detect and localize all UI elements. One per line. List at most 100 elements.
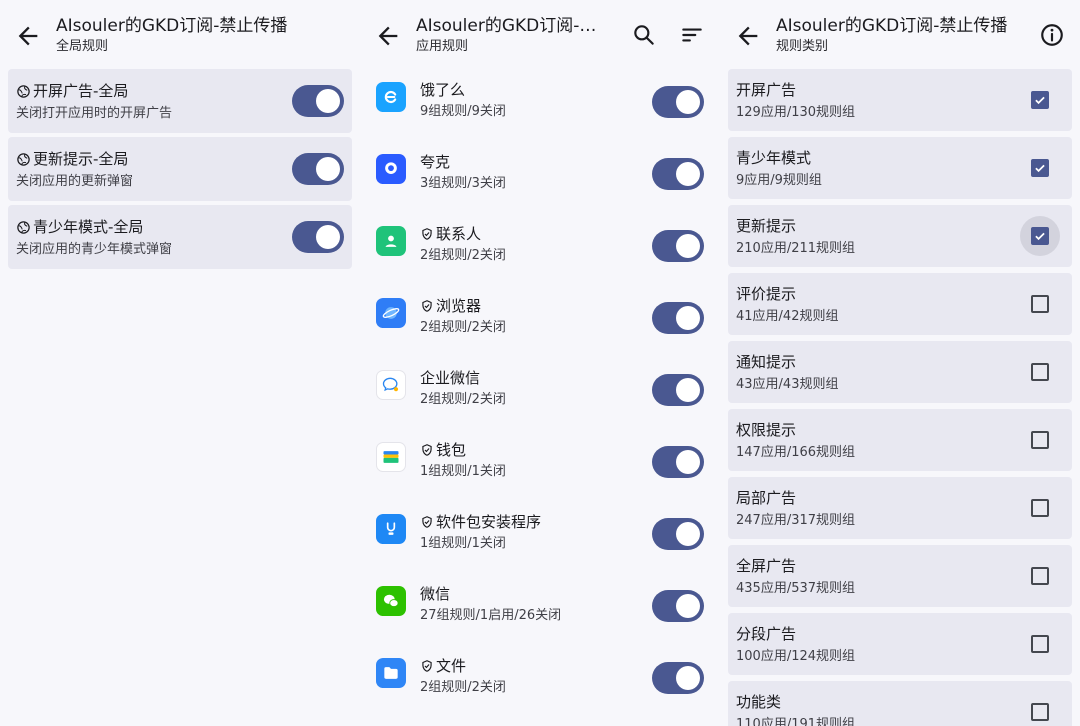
- app-rule-stats: 9组规则/9关闭: [420, 104, 506, 119]
- category-name: 功能类: [736, 693, 782, 711]
- app-toggle[interactable]: [652, 158, 704, 190]
- files-icon: [376, 658, 406, 688]
- category-card[interactable]: 局部广告 247应用/317规则组: [728, 477, 1072, 539]
- app-row[interactable]: 微信 27组规则/1启用/26关闭: [360, 572, 720, 644]
- category-name: 全屏广告: [736, 557, 797, 575]
- category-card[interactable]: 更新提示 210应用/211规则组: [728, 205, 1072, 267]
- info-icon: [1041, 24, 1063, 46]
- category-card[interactable]: 权限提示 147应用/166规则组: [728, 409, 1072, 471]
- category-stats: 210应用/211规则组: [736, 241, 856, 256]
- checkbox-box: [1031, 159, 1049, 177]
- category-checkbox[interactable]: [1020, 352, 1060, 392]
- global-rule-card[interactable]: 更新提示-全局 关闭应用的更新弹窗: [8, 137, 352, 201]
- checkbox-box: [1031, 295, 1049, 313]
- rule-categories-panel: AIsouler的GKD订阅-禁止传播 规则类别 开屏广告 129应用/130规则…: [720, 0, 1080, 726]
- category-name: 更新提示: [736, 217, 797, 235]
- category-card[interactable]: 功能类 110应用/191规则组: [728, 681, 1072, 726]
- category-checkbox[interactable]: [1020, 420, 1060, 460]
- apps-top-bar: AIsouler的GKD订阅-禁… 应用规则: [360, 0, 720, 68]
- app-row[interactable]: 浏览器 2组规则/2关闭: [360, 284, 720, 356]
- search-icon: [634, 25, 654, 45]
- toggle-knob: [316, 157, 340, 181]
- toggle-knob: [316, 225, 340, 249]
- page-subtitle: 应用规则: [416, 39, 469, 54]
- check-icon: [1035, 164, 1045, 173]
- wallet-icon: [376, 442, 406, 472]
- globe-icon: [17, 84, 30, 98]
- category-stats: 247应用/317规则组: [736, 513, 856, 528]
- category-checkbox[interactable]: [1020, 80, 1060, 120]
- toggle-knob: [676, 450, 700, 474]
- app-toggle[interactable]: [652, 302, 704, 334]
- checkbox-box: [1031, 227, 1049, 245]
- category-card[interactable]: 青少年模式 9应用/9规则组: [728, 137, 1072, 199]
- globe-icon: [17, 152, 30, 166]
- app-toggle[interactable]: [652, 518, 704, 550]
- arrow-back-icon: [378, 26, 398, 46]
- browser-icon: [376, 298, 406, 328]
- app-name: 浏览器: [436, 297, 482, 315]
- category-checkbox[interactable]: [1020, 556, 1060, 596]
- shield-icon: [422, 228, 432, 240]
- app-toggle[interactable]: [652, 446, 704, 478]
- category-checkbox[interactable]: [1020, 624, 1060, 664]
- sort-button[interactable]: [679, 22, 705, 48]
- category-checkbox[interactable]: [1020, 284, 1060, 324]
- app-toggle[interactable]: [652, 86, 704, 118]
- category-card[interactable]: 评价提示 41应用/42规则组: [728, 273, 1072, 335]
- category-stats: 110应用/191规则组: [736, 717, 856, 726]
- toggle-knob: [676, 234, 700, 258]
- app-row[interactable]: 软件包安装程序 1组规则/1关闭: [360, 500, 720, 572]
- info-button[interactable]: [1039, 22, 1065, 48]
- checkbox-box: [1031, 363, 1049, 381]
- app-name: 饿了么: [420, 81, 466, 99]
- rule-toggle[interactable]: [292, 85, 344, 117]
- shield-icon: [422, 300, 432, 312]
- category-card[interactable]: 分段广告 100应用/124规则组: [728, 613, 1072, 675]
- checkbox-box: [1031, 431, 1049, 449]
- app-toggle[interactable]: [652, 374, 704, 406]
- app-toggle[interactable]: [652, 662, 704, 694]
- category-card[interactable]: 全屏广告 435应用/537规则组: [728, 545, 1072, 607]
- app-row[interactable]: 夸克 3组规则/3关闭: [360, 140, 720, 212]
- category-stats: 9应用/9规则组: [736, 173, 822, 188]
- app-rule-stats: 27组规则/1启用/26关闭: [420, 608, 562, 623]
- back-button[interactable]: [374, 22, 402, 50]
- app-row[interactable]: 企业微信 2组规则/2关闭: [360, 356, 720, 428]
- category-name: 局部广告: [736, 489, 797, 507]
- rule-name: 更新提示-全局: [33, 150, 129, 168]
- back-button[interactable]: [734, 22, 762, 50]
- app-toggle[interactable]: [652, 590, 704, 622]
- rule-toggle[interactable]: [292, 153, 344, 185]
- check-icon: [1035, 96, 1045, 105]
- category-card[interactable]: 开屏广告 129应用/130规则组: [728, 69, 1072, 131]
- category-name: 通知提示: [736, 353, 797, 371]
- toggle-knob: [676, 378, 700, 402]
- page-title: AIsouler的GKD订阅-禁止传播: [776, 16, 1008, 36]
- app-rule-stats: 3组规则/3关闭: [420, 176, 506, 191]
- app-rule-stats: 2组规则/2关闭: [420, 248, 506, 263]
- category-checkbox[interactable]: [1020, 692, 1060, 726]
- app-toggle[interactable]: [652, 230, 704, 262]
- wecom-icon: [376, 370, 406, 400]
- app-row[interactable]: 钱包 1组规则/1关闭: [360, 428, 720, 500]
- app-rule-stats: 1组规则/1关闭: [420, 464, 506, 479]
- app-name: 软件包安装程序: [436, 513, 542, 531]
- rule-toggle[interactable]: [292, 221, 344, 253]
- category-name: 分段广告: [736, 625, 797, 643]
- app-row[interactable]: 文件 2组规则/2关闭: [360, 644, 720, 716]
- app-row[interactable]: 联系人 2组规则/2关闭: [360, 212, 720, 284]
- page-subtitle: 全局规则: [56, 39, 109, 54]
- global-rule-card[interactable]: 开屏广告-全局 关闭打开应用时的开屏广告: [8, 69, 352, 133]
- search-button[interactable]: [631, 22, 657, 48]
- back-button[interactable]: [14, 22, 42, 50]
- global-rule-card[interactable]: 青少年模式-全局 关闭应用的青少年模式弹窗: [8, 205, 352, 269]
- page-title: AIsouler的GKD订阅-禁…: [416, 16, 610, 36]
- category-checkbox[interactable]: [1020, 216, 1060, 256]
- category-card[interactable]: 通知提示 43应用/43规则组: [728, 341, 1072, 403]
- app-name: 文件: [436, 657, 467, 675]
- rule-description: 关闭打开应用时的开屏广告: [16, 106, 173, 121]
- category-checkbox[interactable]: [1020, 148, 1060, 188]
- category-checkbox[interactable]: [1020, 488, 1060, 528]
- app-row[interactable]: 饿了么 9组规则/9关闭: [360, 68, 720, 140]
